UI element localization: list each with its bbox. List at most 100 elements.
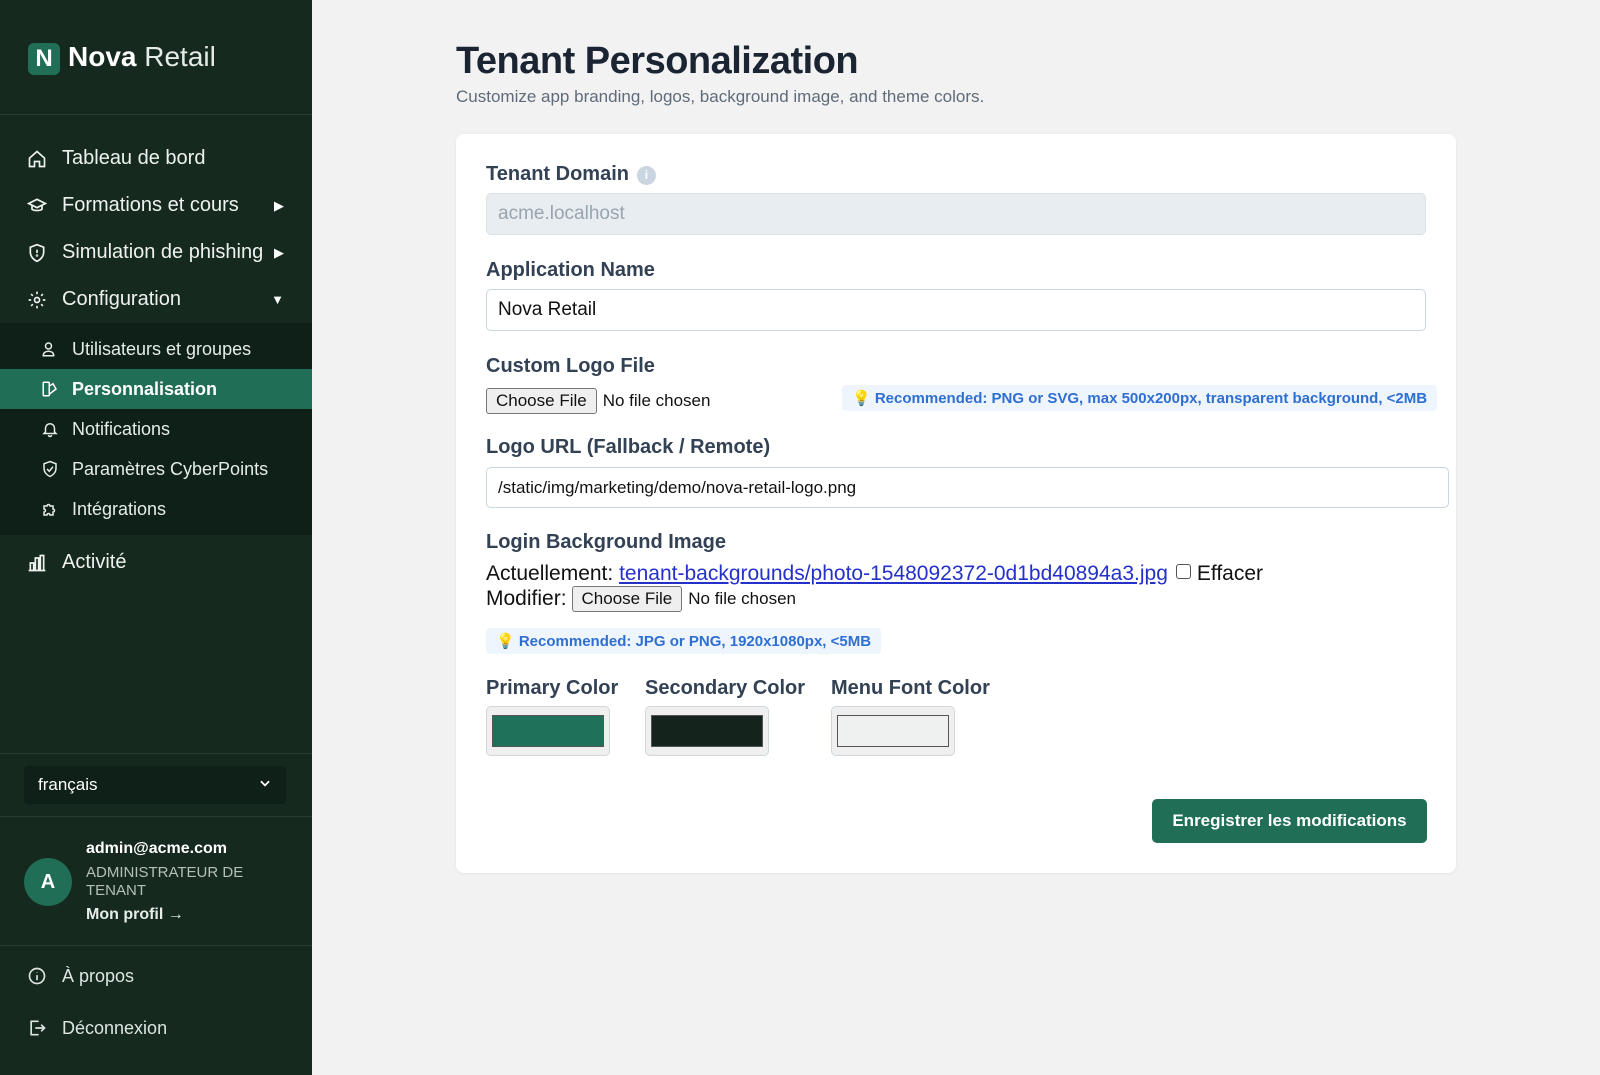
primary-color-picker[interactable] [486, 706, 610, 756]
secondary-color-picker[interactable] [645, 706, 769, 756]
secondary-color-group: Secondary Color [645, 677, 805, 756]
custom-logo-label: Custom Logo File [486, 355, 655, 377]
login-bg-current-prefix: Actuellement: [486, 562, 614, 585]
sidebar-item-personalization[interactable]: Personnalisation [0, 369, 312, 409]
language-selected: français [38, 775, 98, 794]
login-bg-current-row: Actuellement: tenant-backgrounds/photo-1… [486, 562, 1263, 586]
login-bg-hint: 💡 Recommended: JPG or PNG, 1920x1080px, … [486, 628, 882, 654]
custom-logo-file-row: Choose File No file chosen [486, 388, 710, 414]
personalization-form-card: Tenant Domain i acme.localhost Applicatio… [456, 134, 1456, 873]
gear-icon [26, 289, 48, 311]
about-link[interactable]: À propos [0, 950, 312, 1002]
profile-link[interactable]: Mon profil → [86, 906, 243, 924]
primary-color-swatch [492, 715, 604, 747]
save-changes-button[interactable]: Enregistrer les modifications [1152, 799, 1427, 843]
nav-label: Activité [62, 551, 127, 573]
page-subtitle: Customize app branding, logos, backgroun… [456, 87, 985, 106]
user-role-line2: TENANT [86, 882, 146, 899]
nav-item-phishing[interactable]: Simulation de phishing ▶ [0, 229, 312, 276]
chevron-down-icon [258, 775, 272, 795]
shield-icon [26, 242, 48, 264]
avatar: A [24, 858, 72, 906]
nav-label: Tableau de bord [62, 147, 206, 169]
shield-check-icon [40, 459, 60, 479]
app-name-input[interactable]: Nova Retail [486, 289, 1426, 331]
sub-label: Personnalisation [72, 378, 218, 399]
primary-color-group: Primary Color [486, 677, 618, 756]
clear-background-label: Effacer [1196, 562, 1264, 585]
sub-label: Utilisateurs et groupes [72, 338, 252, 359]
nav-item-trainings[interactable]: Formations et cours ▶ [0, 182, 312, 229]
brand-name-light: Retail [144, 41, 216, 72]
brand[interactable]: N Nova Retail [0, 0, 312, 115]
tenant-domain-field: acme.localhost [486, 193, 1426, 235]
menu-font-color-group: Menu Font Color [831, 677, 990, 756]
info-icon[interactable]: i [636, 166, 656, 185]
menu-font-color-label: Menu Font Color [831, 677, 990, 699]
user-info: admin@acme.com ADMINISTRATEUR DE TENANT … [86, 836, 243, 927]
brand-name-bold: Nova [68, 41, 137, 72]
brand-name: Nova Retail [68, 41, 216, 73]
brand-logo-icon: N [28, 43, 60, 75]
main-content: Tenant Personalization Customize app bra… [456, 0, 1456, 873]
sub-label: Notifications [72, 418, 171, 439]
user-role-line1: ADMINISTRATEUR DE [86, 864, 244, 881]
page-title: Tenant Personalization [456, 40, 859, 82]
nav-item-dashboard[interactable]: Tableau de bord [0, 135, 312, 182]
caret-right-icon: ▶ [274, 244, 284, 260]
puzzle-icon [40, 499, 60, 519]
logout-label: Déconnexion [62, 1017, 168, 1038]
logo-url-label: Logo URL (Fallback / Remote) [486, 436, 771, 458]
nav-label: Formations et cours [62, 194, 239, 216]
language-section: français [0, 753, 312, 817]
nav-item-activity[interactable]: Activité [0, 539, 312, 586]
login-bg-choose-file-button[interactable]: Choose File [571, 586, 683, 612]
logo-url-input[interactable]: /static/img/marketing/demo/nova-retail-l… [486, 467, 1449, 508]
home-icon [26, 148, 48, 170]
caret-down-icon: ▼ [271, 292, 284, 307]
sub-label: Intégrations [72, 498, 167, 519]
user-panel: A admin@acme.com ADMINISTRATEUR DE TENAN… [0, 818, 312, 946]
users-icon [40, 339, 60, 359]
login-bg-file-status: No file chosen [688, 589, 796, 608]
sub-label: Paramètres CyberPoints [72, 458, 269, 479]
login-bg-modify-row: Modifier: Choose File No file chosen [486, 586, 796, 612]
user-role: ADMINISTRATEUR DE TENANT [86, 864, 243, 900]
custom-logo-hint: 💡 Recommended: PNG or SVG, max 500x200px… [842, 385, 1438, 411]
tenant-domain-label: Tenant Domain i [486, 163, 656, 186]
caret-right-icon: ▶ [274, 197, 284, 213]
menu-font-color-swatch [837, 715, 949, 747]
sidebar-item-notifications[interactable]: Notifications [0, 409, 312, 449]
sidebar: N Nova Retail Tableau de bord Formations… [0, 0, 312, 1075]
configuration-subnav: Utilisateurs et groupes Personnalisation… [0, 323, 312, 535]
login-bg-label: Login Background Image [486, 531, 727, 553]
graduation-cap-icon [26, 195, 48, 217]
primary-color-label: Primary Color [486, 677, 619, 699]
tenant-domain-label-text: Tenant Domain [486, 163, 629, 185]
sidebar-item-integrations[interactable]: Intégrations [0, 489, 312, 529]
sidebar-item-cyberpoints[interactable]: Paramètres CyberPoints [0, 449, 312, 489]
main-nav: Tableau de bord Formations et cours ▶ Si… [0, 115, 312, 586]
custom-logo-choose-file-button[interactable]: Choose File [486, 388, 597, 414]
user-email: admin@acme.com [86, 840, 227, 857]
nav-label: Configuration [62, 288, 181, 310]
logout-icon [26, 1017, 48, 1039]
nav-label: Simulation de phishing [62, 241, 264, 263]
sidebar-item-users-groups[interactable]: Utilisateurs et groupes [0, 329, 312, 369]
custom-logo-file-status: No file chosen [602, 391, 711, 410]
bar-chart-icon [26, 552, 48, 574]
secondary-color-label: Secondary Color [645, 677, 806, 699]
app-name-label: Application Name [486, 259, 655, 281]
language-select[interactable]: français [24, 766, 286, 804]
about-label: À propos [62, 965, 135, 986]
clear-background-checkbox[interactable] [1175, 564, 1191, 579]
secondary-color-swatch [651, 715, 763, 747]
logout-link[interactable]: Déconnexion [0, 1002, 312, 1054]
info-icon [26, 965, 48, 987]
login-bg-current-link[interactable]: tenant-backgrounds/photo-1548092372-0d1b… [619, 562, 1168, 585]
nav-item-configuration[interactable]: Configuration ▼ [0, 276, 312, 323]
menu-font-color-picker[interactable] [831, 706, 955, 756]
palette-icon [40, 379, 60, 399]
bell-icon [40, 419, 60, 439]
login-bg-modify-prefix: Modifier: [486, 587, 567, 610]
